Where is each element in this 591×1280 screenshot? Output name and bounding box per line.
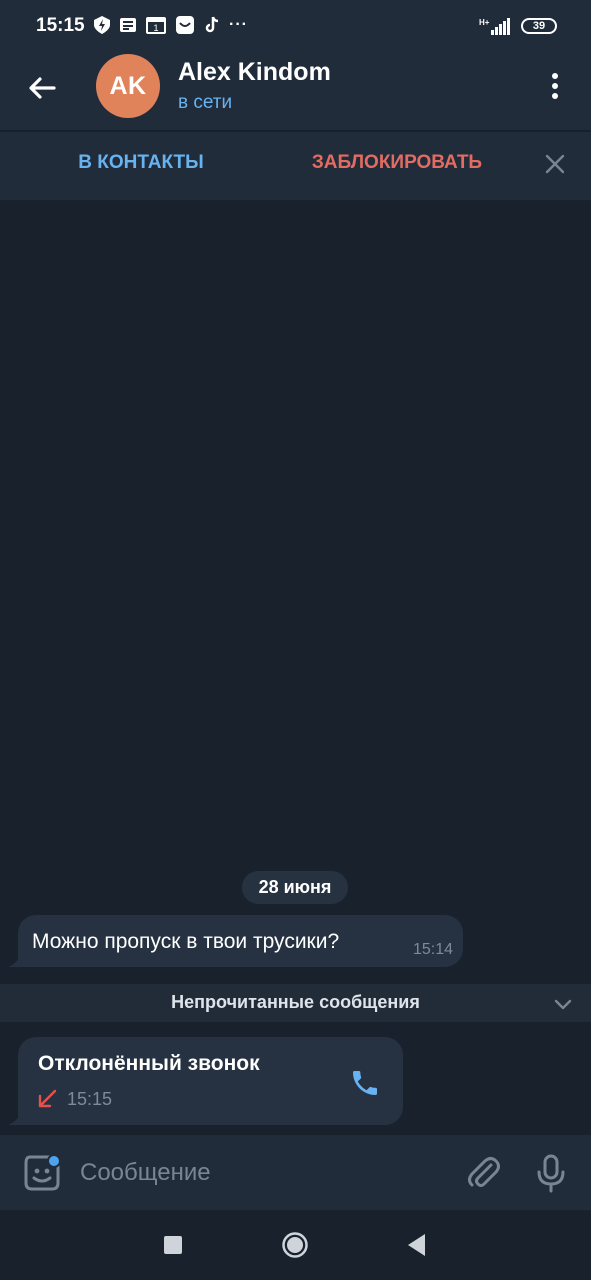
unread-divider: Непрочитанные сообщения: [0, 984, 591, 1022]
avatar-initials: AK: [109, 71, 147, 100]
battery-level: 39: [532, 20, 546, 32]
chevron-down-icon[interactable]: [553, 994, 573, 1014]
block-user-button[interactable]: ЗАБЛОКИРОВАТЬ: [282, 152, 512, 174]
chat-title[interactable]: Alex Kindom: [178, 58, 331, 87]
battery-icon: 39: [521, 18, 557, 34]
microphone-icon[interactable]: [532, 1153, 570, 1193]
status-time: 15:15: [36, 15, 85, 36]
network-type: H+: [479, 18, 490, 27]
add-contact-button[interactable]: В КОНТАКТЫ: [0, 152, 282, 174]
call-message[interactable]: Отклонённый звонок 15:15: [18, 1037, 403, 1125]
nav-back-button[interactable]: [405, 1232, 427, 1258]
tiktok-icon: [205, 16, 219, 33]
message-list[interactable]: 28 июня Можно пропуск в твои трусики? 15…: [0, 200, 591, 1135]
bubble-tail: [8, 1111, 22, 1125]
calendar-icon: 1: [146, 16, 166, 34]
contact-action-bar: В КОНТАКТЫ ЗАБЛОКИРОВАТЬ: [0, 132, 591, 200]
status-bar: 15:15 1 ··· H+ 39: [0, 0, 591, 44]
message-text: Можно пропуск в твои трусики?: [32, 930, 340, 953]
home-button[interactable]: [281, 1231, 309, 1259]
more-notifications-icon: ···: [229, 16, 248, 33]
close-icon[interactable]: [543, 152, 567, 176]
online-status: в сети: [178, 92, 233, 113]
back-arrow-icon[interactable]: [26, 72, 58, 104]
call-title: Отклонённый звонок: [38, 1052, 260, 1075]
notification-icons: 1 ···: [94, 14, 248, 36]
date-separator: 28 июня: [242, 871, 348, 904]
message-composer: [0, 1135, 591, 1210]
new-stickers-badge: [47, 1154, 61, 1168]
call-time: 15:15: [67, 1089, 113, 1109]
shopping-bag-icon: [176, 16, 194, 34]
system-status: H+ 39: [479, 15, 557, 37]
recent-apps-button[interactable]: [164, 1236, 182, 1254]
unread-label: Непрочитанные сообщения: [171, 992, 420, 1012]
more-vertical-icon[interactable]: [549, 72, 561, 100]
phone-icon[interactable]: [349, 1067, 381, 1099]
system-nav-bar: [0, 1210, 591, 1280]
incoming-message[interactable]: Можно пропуск в твои трусики? 15:14: [18, 915, 463, 967]
bolt-shield-icon: [94, 16, 110, 34]
bubble-tail: [8, 953, 22, 967]
news-icon: [120, 18, 136, 32]
svg-text:1: 1: [153, 23, 158, 33]
message-input[interactable]: [80, 1155, 450, 1191]
declined-call-arrow-icon: [38, 1089, 57, 1108]
avatar[interactable]: AK: [96, 54, 160, 118]
chat-header: AK Alex Kindom в сети: [0, 44, 591, 130]
signal-icon: H+: [479, 18, 510, 35]
attach-paperclip-icon[interactable]: [464, 1153, 502, 1191]
message-time: 15:14: [412, 941, 453, 958]
